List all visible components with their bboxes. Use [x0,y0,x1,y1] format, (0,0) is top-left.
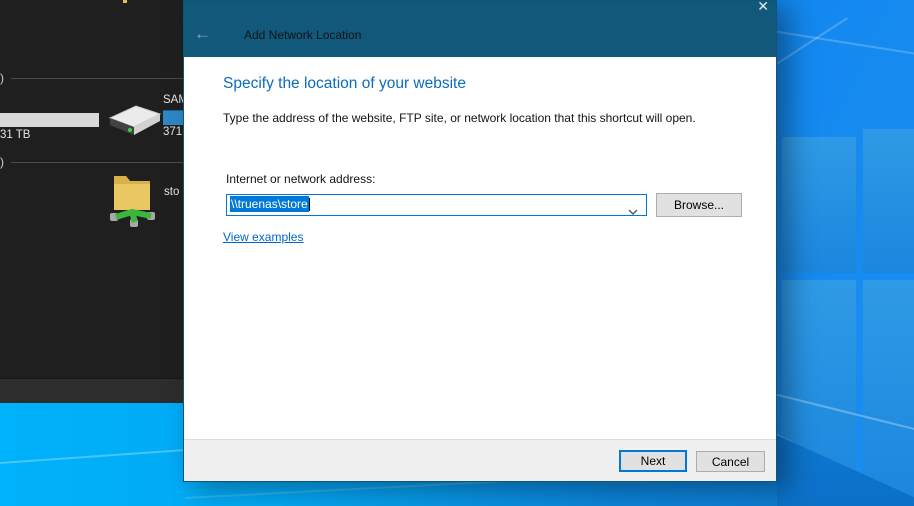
cancel-button[interactable]: Cancel [696,451,765,472]
back-icon[interactable]: ← [194,25,211,42]
clipped-folder-icon [123,0,127,3]
drive-name: SAM [163,94,183,106]
address-label: Internet or network address: [226,172,375,186]
file-explorer-window: ) 31 TB SAM 371 ) [0,0,183,403]
group-header-label: ) [0,155,4,169]
address-value: \\truenas\store [230,197,310,211]
dialog-title: Add Network Location [244,28,361,42]
browse-button[interactable]: Browse... [656,193,742,217]
drive-group-header: ) [0,71,183,85]
hard-drive-icon [104,100,162,149]
text-caret [309,198,310,211]
windows-logo-pane [782,137,856,273]
page-description: Type the address of the website, FTP sit… [223,111,696,125]
next-button[interactable]: Next [619,450,687,472]
network-group-header: ) [0,155,183,169]
view-examples-link[interactable]: View examples [223,230,303,244]
selected-text: \\truenas\store [230,196,309,212]
group-header-label: ) [0,71,4,85]
dialog-footer: Next Cancel [184,439,776,481]
group-separator [11,78,183,79]
capacity-text: 371 [163,126,182,138]
capacity-text: 31 TB [0,129,30,141]
desktop-screen: ) 31 TB SAM 371 ) [0,0,914,506]
close-icon[interactable]: ✕ [757,0,769,13]
capacity-bar [0,113,99,127]
capacity-bar [163,110,183,125]
explorer-status-bar [0,378,183,403]
page-heading: Specify the location of your website [223,75,466,93]
address-combobox[interactable]: \\truenas\store [226,194,647,216]
windows-logo-pane [863,129,914,273]
windows-logo-pane [863,280,914,506]
network-folder-icon [110,170,156,233]
group-separator [11,162,183,163]
add-network-location-dialog: ✕ ← Add Network Location Specify the loc… [183,0,777,482]
chevron-down-icon[interactable] [628,202,638,220]
network-item-name: sto [164,186,179,198]
